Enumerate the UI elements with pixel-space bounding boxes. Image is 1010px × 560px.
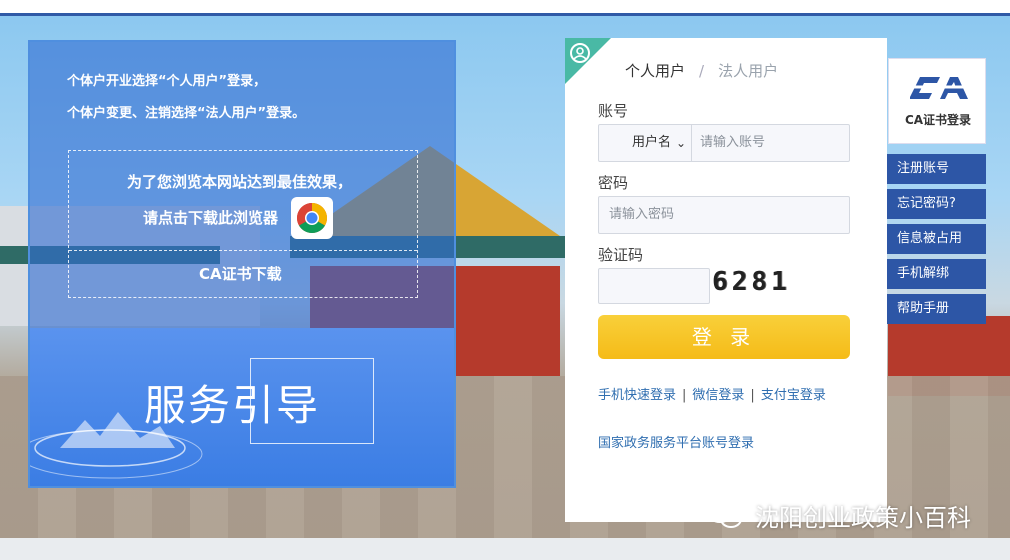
chevron-down-icon: ⌄	[675, 136, 686, 150]
top-header-bar	[0, 0, 1010, 16]
help-manual-button[interactable]: 帮助手册	[887, 294, 986, 324]
account-label: 账号	[598, 102, 629, 120]
download-box-divider	[69, 250, 417, 251]
account-type-value: 用户名	[631, 135, 671, 150]
account-field: 用户名 ⌄ 请输入账号	[598, 124, 850, 162]
register-account-button[interactable]: 注册账号	[887, 154, 986, 184]
info-panel: 个体户开业选择“个人用户”登录， 个体户变更、注销选择“法人用户”登录。 为了您…	[28, 40, 456, 488]
watermark-text: 沈阳创业政策小百科	[755, 504, 971, 532]
user-icon	[569, 42, 591, 68]
captcha-label: 验证码	[598, 246, 644, 264]
tab-legal-user[interactable]: 法人用户	[718, 62, 778, 80]
ca-certificate-login-button[interactable]: CA证书登录	[888, 58, 986, 144]
notice-line-2: 个体户变更、注销选择“法人用户”登录。	[67, 106, 306, 121]
login-button[interactable]: 登 录	[598, 315, 850, 359]
ca-login-label: CA证书登录	[904, 113, 972, 127]
browser-download-box: 为了您浏览本网站达到最佳效果， 请点击下载此浏览器 CA证书下载	[68, 150, 418, 298]
phone-quick-login-link[interactable]: 手机快速登录	[598, 388, 676, 403]
notice-line-1: 个体户开业选择“个人用户”登录，	[67, 74, 267, 89]
account-input[interactable]: 请输入账号	[700, 125, 765, 161]
tab-personal-user[interactable]: 个人用户	[625, 62, 685, 80]
chrome-download-button[interactable]	[291, 197, 333, 239]
wechat-watermark: 沈阳创业政策小百科	[705, 498, 995, 532]
alternative-login-links: 手机快速登录 | 微信登录 | 支付宝登录	[598, 384, 826, 403]
password-input[interactable]: 请输入密码	[609, 197, 674, 233]
service-guide-banner[interactable]: 服务引导	[30, 328, 454, 486]
guide-decoration-icon	[30, 412, 203, 479]
link-divider: |	[682, 388, 687, 403]
ca-certificate-download-link[interactable]: CA证书下载	[199, 263, 282, 284]
download-hint-line-1: 为了您浏览本网站达到最佳效果，	[127, 173, 353, 191]
captcha-input[interactable]	[598, 268, 710, 304]
user-type-tabs: 个人用户 / 法人用户	[625, 60, 778, 81]
captcha-image[interactable]: 6281	[712, 266, 796, 298]
national-gov-platform-login-link[interactable]: 国家政务服务平台账号登录	[598, 432, 754, 451]
login-card: 个人用户 / 法人用户 账号 用户名 ⌄ 请输入账号 密码 请输入密码 验证码 62…	[565, 38, 887, 522]
password-field: 请输入密码	[598, 196, 850, 234]
password-label: 密码	[598, 174, 629, 192]
account-type-select[interactable]: 用户名 ⌄	[599, 125, 692, 161]
phone-unbind-button[interactable]: 手机解绑	[887, 259, 986, 289]
link-divider: |	[750, 388, 755, 403]
info-occupied-button[interactable]: 信息被占用	[887, 224, 986, 254]
tab-separator: /	[699, 62, 705, 80]
download-hint-line-2: 请点击下载此浏览器	[143, 209, 279, 227]
alipay-login-link[interactable]: 支付宝登录	[761, 388, 826, 403]
forgot-password-button[interactable]: 忘记密码?	[887, 189, 986, 219]
wechat-login-link[interactable]: 微信登录	[692, 388, 744, 403]
